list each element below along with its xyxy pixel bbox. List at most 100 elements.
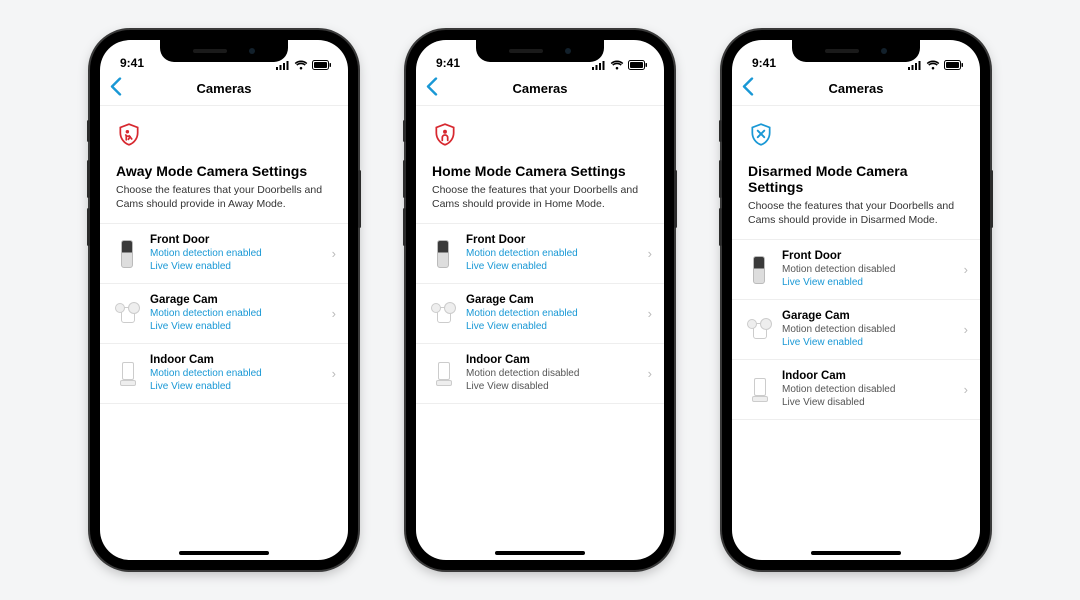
status-time: 9:41	[752, 56, 776, 70]
status-time: 9:41	[120, 56, 144, 70]
nav-bar: Cameras	[416, 72, 664, 106]
mode-description: Choose the features that your Doorbells …	[748, 199, 964, 227]
nav-bar: Cameras	[100, 72, 348, 106]
device-liveview-status: Live View disabled	[466, 380, 642, 393]
home-indicator[interactable]	[179, 551, 269, 555]
mode-title: Home Mode Camera Settings	[432, 163, 648, 179]
mode-description: Choose the features that your Doorbells …	[432, 183, 648, 211]
status-icons	[276, 60, 332, 70]
phone-frame: 9:41 Cameras Home Mode Camera Settings C…	[406, 30, 674, 570]
device-liveview-status: Live View enabled	[150, 260, 326, 273]
notch	[160, 40, 288, 62]
home-mode-icon	[432, 122, 458, 148]
battery-icon	[628, 60, 648, 70]
chevron-right-icon: ›	[642, 246, 652, 261]
back-button[interactable]	[742, 77, 754, 100]
notch	[476, 40, 604, 62]
mode-description: Choose the features that your Doorbells …	[116, 183, 332, 211]
battery-icon	[944, 60, 964, 70]
chevron-left-icon	[742, 77, 754, 95]
wifi-icon	[926, 60, 940, 70]
screen: 9:41 Cameras Away Mode Camera Settings C…	[100, 40, 348, 560]
device-thumbnail	[114, 357, 140, 391]
device-motion-status: Motion detection disabled	[782, 263, 958, 276]
device-thumbnail	[746, 373, 772, 407]
device-list: Front Door Motion detection enabled Live…	[100, 223, 348, 404]
device-liveview-status: Live View enabled	[150, 320, 326, 333]
mode-header: Disarmed Mode Camera Settings Choose the…	[732, 106, 980, 239]
device-liveview-status: Live View enabled	[782, 276, 958, 289]
chevron-right-icon: ›	[326, 246, 336, 261]
device-thumbnail	[746, 253, 772, 287]
device-row-garage-cam[interactable]: Garage Cam Motion detection enabled Live…	[416, 284, 664, 344]
device-row-front-door[interactable]: Front Door Motion detection disabled Liv…	[732, 240, 980, 300]
chevron-right-icon: ›	[958, 322, 968, 337]
chevron-right-icon: ›	[642, 306, 652, 321]
cellular-icon	[276, 60, 290, 70]
device-motion-status: Motion detection disabled	[782, 383, 958, 396]
device-name: Garage Cam	[466, 294, 642, 306]
home-indicator[interactable]	[811, 551, 901, 555]
cellular-icon	[908, 60, 922, 70]
wifi-icon	[294, 60, 308, 70]
home-indicator[interactable]	[495, 551, 585, 555]
device-thumbnail	[746, 313, 772, 347]
status-time: 9:41	[436, 56, 460, 70]
device-row-indoor-cam[interactable]: Indoor Cam Motion detection disabled Liv…	[416, 344, 664, 404]
device-name: Garage Cam	[782, 310, 958, 322]
device-row-front-door[interactable]: Front Door Motion detection enabled Live…	[416, 224, 664, 284]
cellular-icon	[592, 60, 606, 70]
mode-title: Disarmed Mode Camera Settings	[748, 163, 964, 195]
device-list: Front Door Motion detection enabled Live…	[416, 223, 664, 404]
battery-icon	[312, 60, 332, 70]
chevron-left-icon	[110, 77, 122, 95]
device-motion-status: Motion detection enabled	[150, 247, 326, 260]
device-thumbnail	[114, 237, 140, 271]
device-liveview-status: Live View enabled	[782, 336, 958, 349]
nav-bar: Cameras	[732, 72, 980, 106]
device-motion-status: Motion detection enabled	[466, 307, 642, 320]
device-liveview-status: Live View enabled	[466, 260, 642, 273]
chevron-right-icon: ›	[326, 306, 336, 321]
device-name: Front Door	[466, 234, 642, 246]
device-row-garage-cam[interactable]: Garage Cam Motion detection disabled Liv…	[732, 300, 980, 360]
device-liveview-status: Live View enabled	[150, 380, 326, 393]
device-thumbnail	[114, 297, 140, 331]
device-name: Indoor Cam	[150, 354, 326, 366]
device-motion-status: Motion detection enabled	[150, 367, 326, 380]
device-liveview-status: Live View enabled	[466, 320, 642, 333]
chevron-right-icon: ›	[958, 382, 968, 397]
disarmed-mode-icon	[748, 122, 774, 148]
device-thumbnail	[430, 297, 456, 331]
device-row-indoor-cam[interactable]: Indoor Cam Motion detection enabled Live…	[100, 344, 348, 404]
device-name: Indoor Cam	[782, 370, 958, 382]
device-name: Garage Cam	[150, 294, 326, 306]
back-button[interactable]	[426, 77, 438, 100]
device-list: Front Door Motion detection disabled Liv…	[732, 239, 980, 420]
device-motion-status: Motion detection enabled	[150, 307, 326, 320]
device-row-front-door[interactable]: Front Door Motion detection enabled Live…	[100, 224, 348, 284]
wifi-icon	[610, 60, 624, 70]
page-title: Cameras	[829, 81, 884, 96]
device-name: Front Door	[782, 250, 958, 262]
page-title: Cameras	[197, 81, 252, 96]
page-title: Cameras	[513, 81, 568, 96]
chevron-right-icon: ›	[326, 366, 336, 381]
status-icons	[592, 60, 648, 70]
chevron-right-icon: ›	[642, 366, 652, 381]
device-row-indoor-cam[interactable]: Indoor Cam Motion detection disabled Liv…	[732, 360, 980, 420]
notch	[792, 40, 920, 62]
status-icons	[908, 60, 964, 70]
device-motion-status: Motion detection disabled	[782, 323, 958, 336]
mode-title: Away Mode Camera Settings	[116, 163, 332, 179]
device-row-garage-cam[interactable]: Garage Cam Motion detection enabled Live…	[100, 284, 348, 344]
phone-frame: 9:41 Cameras Disarmed Mode Camera Settin…	[722, 30, 990, 570]
back-button[interactable]	[110, 77, 122, 100]
chevron-right-icon: ›	[958, 262, 968, 277]
screen: 9:41 Cameras Home Mode Camera Settings C…	[416, 40, 664, 560]
away-mode-icon	[116, 122, 142, 148]
device-thumbnail	[430, 237, 456, 271]
device-thumbnail	[430, 357, 456, 391]
mode-header: Away Mode Camera Settings Choose the fea…	[100, 106, 348, 223]
screen: 9:41 Cameras Disarmed Mode Camera Settin…	[732, 40, 980, 560]
